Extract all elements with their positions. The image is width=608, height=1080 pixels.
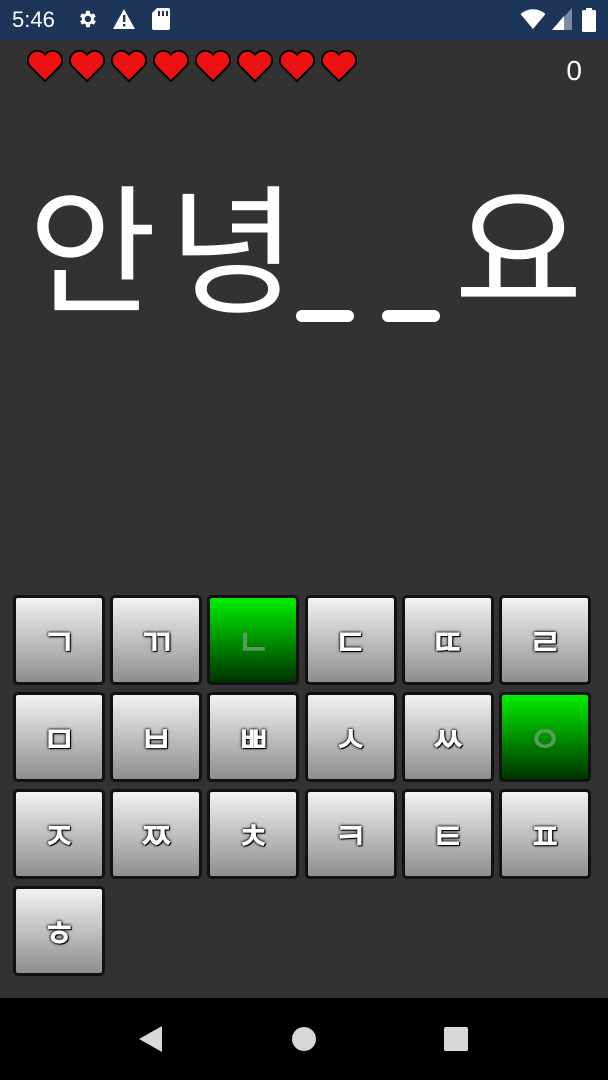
settings-icon — [80, 10, 96, 28]
key-button[interactable]: ㅌ — [401, 789, 494, 879]
status-time: 5:46 — [12, 7, 55, 32]
word-syllable: 녕 — [168, 173, 297, 336]
word-blank — [382, 310, 440, 322]
key-button[interactable]: ㅍ — [499, 789, 591, 879]
key-button[interactable]: ㄷ — [304, 595, 397, 685]
key-button[interactable]: ㅅ — [304, 692, 397, 782]
key-button[interactable]: ㅃ — [207, 692, 300, 782]
home-icon[interactable] — [291, 1026, 317, 1052]
score-value: 0 — [566, 55, 582, 86]
word-syllable: 요 — [454, 173, 583, 336]
key-button[interactable]: ㄲ — [110, 595, 203, 685]
key-button[interactable]: ㅉ — [110, 789, 203, 879]
recents-icon[interactable] — [443, 1026, 469, 1052]
wifi-icon — [520, 9, 546, 29]
key-button[interactable]: ㅊ — [207, 789, 300, 879]
key-button[interactable]: ㅂ — [110, 692, 203, 782]
key-button[interactable]: ㅋ — [304, 789, 397, 879]
key-button[interactable]: ㅇ — [499, 692, 591, 782]
navigation-bar — [0, 998, 608, 1080]
key-button[interactable]: ㄹ — [499, 595, 591, 685]
heart-icon — [69, 49, 105, 83]
back-icon[interactable] — [138, 1025, 164, 1053]
battery-icon — [582, 8, 596, 32]
warning-icon — [113, 9, 135, 29]
key-button[interactable]: ㄸ — [401, 595, 494, 685]
heart-icon — [111, 49, 147, 83]
lives-hearts — [26, 48, 358, 88]
key-button[interactable]: ㅆ — [401, 692, 494, 782]
key-button[interactable]: ㄴ — [207, 595, 300, 685]
heart-icon — [27, 49, 63, 83]
heart-icon — [279, 49, 315, 83]
key-button[interactable]: ㅎ — [13, 886, 105, 976]
heart-icon — [237, 49, 273, 83]
status-bar: 5:46 — [0, 0, 608, 40]
key-button[interactable]: ㅁ — [13, 692, 105, 782]
heart-icon — [321, 49, 357, 83]
key-button[interactable]: ㅈ — [13, 789, 105, 879]
sd-card-icon — [152, 8, 170, 30]
signal-icon — [552, 8, 572, 30]
heart-icon — [153, 49, 189, 83]
heart-icon — [195, 49, 231, 83]
word-blank — [296, 310, 354, 322]
word-syllable: 안 — [28, 173, 157, 336]
key-button[interactable]: ㄱ — [13, 595, 105, 685]
